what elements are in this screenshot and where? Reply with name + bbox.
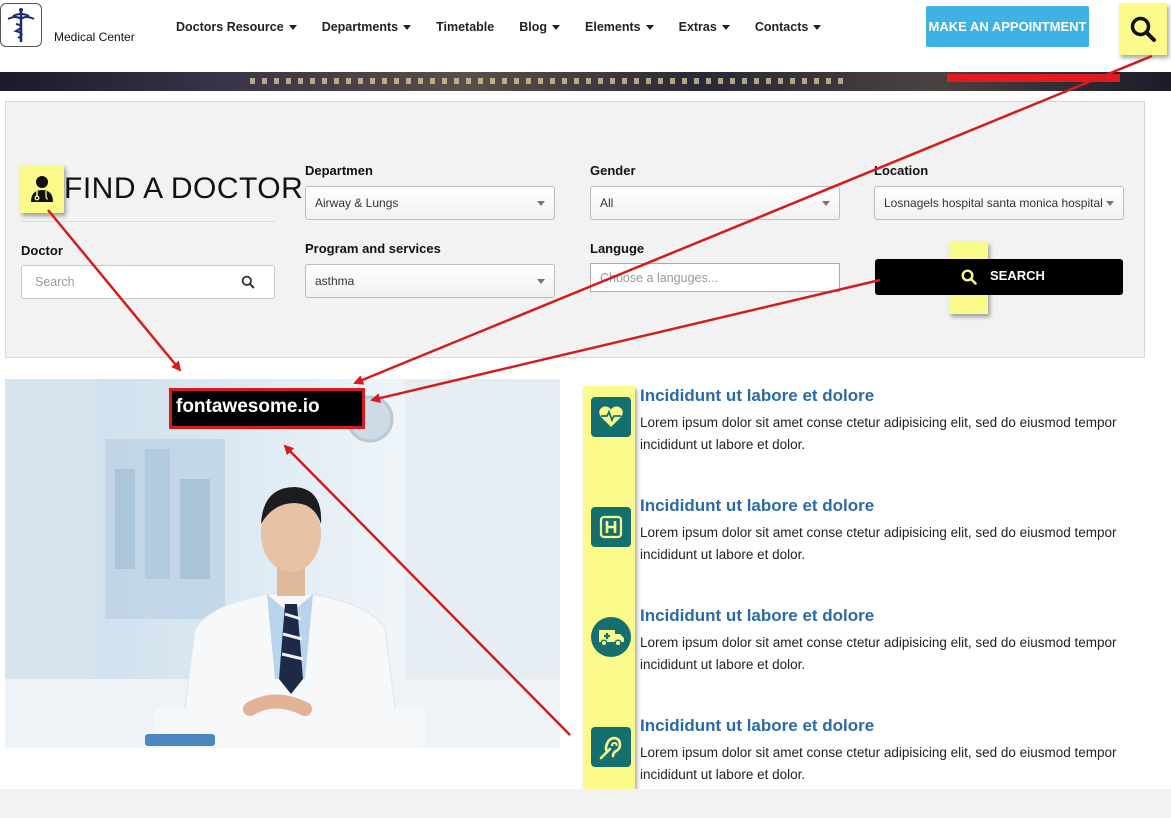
department-select[interactable]: Airway & Lungs (305, 186, 555, 220)
brand-name: Medical Center (54, 30, 135, 44)
caret-down-icon (552, 25, 561, 31)
location-select[interactable]: Losnagels hospital santa monica hospital (874, 186, 1124, 220)
caret-down-icon (403, 25, 412, 31)
find-doctor-panel (5, 101, 1145, 358)
feature-text: Lorem ipsum dolor sit amet conse ctetur … (640, 522, 1140, 566)
location-value: Losnagels hospital santa monica hospital (884, 196, 1103, 210)
select-arrow-icon (1106, 201, 1114, 206)
deaf-icon (599, 736, 622, 760)
feature-text-line: incididunt ut labore et dolor. (640, 437, 806, 452)
feature-text-line: Lorem ipsum dolor sit amet conse ctetur … (640, 415, 1117, 430)
find-doctor-title: FIND A DOCTOR (64, 172, 304, 205)
select-arrow-icon (537, 201, 545, 206)
heartbeat-icon-box (591, 397, 631, 437)
language-placeholder: Choose a languges... (600, 270, 719, 285)
footer-band (0, 789, 1171, 818)
caret-down-icon (288, 25, 297, 31)
user-doctor-icon (31, 176, 53, 202)
search-icon (241, 275, 255, 289)
caret-down-icon (721, 25, 730, 31)
nav-departments[interactable]: Departments (322, 20, 412, 34)
language-label: Languge (590, 241, 645, 256)
ambulance-icon (599, 630, 624, 647)
feature-text-line: Lorem ipsum dolor sit amet conse ctetur … (640, 635, 1117, 650)
feature-text-line: Lorem ipsum dolor sit amet conse ctetur … (640, 745, 1117, 760)
feature-title[interactable]: Incididunt ut labore et dolore (640, 496, 874, 516)
nav-elements[interactable]: Elements (585, 20, 654, 34)
doctor-label: Doctor (21, 243, 63, 258)
header-search-button[interactable] (1119, 3, 1167, 55)
feature-title[interactable]: Incididunt ut labore et dolore (640, 716, 874, 736)
caret-down-icon (813, 25, 822, 31)
fontawesome-callout: fontawesome.io (169, 388, 365, 429)
caret-down-icon (645, 25, 654, 31)
nav-timetable[interactable]: Timetable (436, 20, 494, 34)
heartbeat-icon (599, 406, 623, 427)
feature-text: Lorem ipsum dolor sit amet conse ctetur … (640, 742, 1140, 786)
program-value: asthma (315, 274, 355, 288)
doctor-search-input[interactable]: Search (21, 265, 275, 299)
location-label: Location (874, 163, 929, 178)
gender-value: All (600, 196, 614, 210)
feature-text-line: incididunt ut labore et dolor. (640, 547, 806, 562)
hospital-icon-box (591, 507, 631, 547)
department-label: Departmen (305, 163, 373, 178)
nav-extras[interactable]: Extras (679, 20, 730, 34)
ambulance-icon-box (591, 617, 631, 657)
user-doctor-icon-highlight (20, 165, 64, 213)
gender-label: Gender (590, 163, 636, 178)
department-value: Airway & Lungs (315, 196, 399, 210)
caduceus-icon (7, 8, 35, 42)
feature-text-line: Lorem ipsum dolor sit amet conse ctetur … (640, 525, 1117, 540)
logo[interactable] (0, 3, 42, 47)
site-header: Medical Center Doctors Resource Departme… (0, 0, 1171, 72)
feature-title[interactable]: Incididunt ut labore et dolore (640, 606, 874, 626)
nav-contacts[interactable]: Contacts (755, 20, 822, 34)
feature-text-line: incididunt ut labore et dolor. (640, 657, 806, 672)
feature-text: Lorem ipsum dolor sit amet conse ctetur … (640, 632, 1140, 676)
deaf-icon-box (591, 727, 631, 767)
doctor-illustration (5, 379, 560, 748)
nav-blog[interactable]: Blog (519, 20, 561, 34)
banner-lights (250, 78, 850, 84)
nav-doctors-resource[interactable]: Doctors Resource (176, 20, 297, 34)
select-arrow-icon (537, 279, 545, 284)
main-nav: Doctors Resource Departments Timetable B… (176, 20, 846, 34)
hospital-icon (599, 515, 623, 539)
feature-text: Lorem ipsum dolor sit amet conse ctetur … (640, 412, 1140, 456)
gender-select[interactable]: All (590, 186, 840, 220)
doctor-search-placeholder: Search (35, 275, 75, 289)
select-arrow-icon (822, 201, 830, 206)
banner-red-accent (947, 74, 1120, 82)
search-icon-highlight (949, 242, 988, 314)
search-button-icon-box (949, 259, 988, 295)
title-divider (20, 221, 275, 222)
feature-title[interactable]: Incididunt ut labore et dolore (640, 386, 874, 406)
feature-text-line: incididunt ut labore et dolor. (640, 767, 806, 782)
program-select[interactable]: asthma (305, 264, 555, 298)
program-label: Program and services (305, 241, 441, 256)
make-appointment-button[interactable]: MAKE AN APPOINTMENT (926, 6, 1089, 47)
search-icon (1130, 16, 1156, 42)
language-input[interactable]: Choose a languges... (590, 263, 840, 292)
search-icon (960, 269, 977, 285)
search-button-label: SEARCH (990, 268, 1045, 283)
doctor-photo (5, 379, 560, 748)
page: Medical Center Doctors Resource Departme… (0, 0, 1171, 818)
